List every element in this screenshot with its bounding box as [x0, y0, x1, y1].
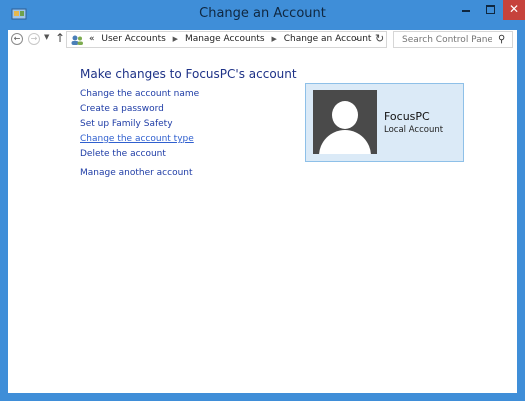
search-box[interactable]: ⚲	[393, 31, 513, 48]
breadcrumb-manage-accounts[interactable]: Manage Accounts	[185, 34, 265, 44]
main-content: Make changes to FocusPC's account Change…	[8, 50, 517, 393]
account-type: Local Account	[384, 125, 444, 135]
maximize-button[interactable]	[478, 0, 503, 20]
task-links: Change the account name Create a passwor…	[80, 87, 199, 181]
address-dropdown-icon[interactable]: ⌄	[353, 33, 361, 43]
account-card: FocusPC Local Account	[305, 83, 464, 162]
back-button[interactable]: ←	[11, 33, 23, 45]
avatar	[313, 90, 377, 154]
breadcrumb-separator-icon[interactable]: ▶	[173, 35, 178, 43]
title-bar[interactable]: Change an Account ✕	[0, 0, 525, 30]
page-title: Make changes to FocusPC's account	[80, 67, 297, 81]
maximize-icon	[486, 5, 495, 14]
breadcrumb: « User Accounts ▶ Manage Accounts ▶ Chan…	[89, 34, 371, 44]
close-button[interactable]: ✕	[503, 0, 525, 20]
address-bar[interactable]: « User Accounts ▶ Manage Accounts ▶ Chan…	[66, 31, 387, 48]
breadcrumb-user-accounts[interactable]: User Accounts	[101, 34, 165, 44]
search-input[interactable]	[402, 33, 492, 46]
delete-account-link[interactable]: Delete the account	[80, 147, 199, 162]
manage-another-account-link[interactable]: Manage another account	[80, 166, 199, 181]
minimize-button[interactable]	[453, 0, 478, 20]
minimize-icon	[462, 10, 470, 12]
user-silhouette-icon	[332, 101, 358, 129]
up-button[interactable]: ↑	[55, 31, 65, 45]
account-name: FocusPC	[384, 110, 430, 123]
breadcrumb-separator-icon[interactable]: ▶	[271, 35, 276, 43]
breadcrumb-overflow[interactable]: «	[89, 34, 95, 44]
create-password-link[interactable]: Create a password	[80, 102, 199, 117]
close-icon: ✕	[508, 2, 520, 16]
navigation-bar: ← → ▼ ↑ « User Accounts ▶ Manage Account…	[8, 30, 517, 50]
window: Change an Account ✕ ← → ▼ ↑ « User Accou…	[0, 0, 525, 401]
change-account-type-link[interactable]: Change the account type	[80, 132, 199, 147]
user-accounts-icon	[71, 35, 83, 45]
refresh-icon[interactable]: ↻	[375, 32, 384, 45]
window-title: Change an Account	[199, 6, 326, 21]
change-account-name-link[interactable]: Change the account name	[80, 87, 199, 102]
recent-locations-button[interactable]: ▼	[44, 33, 49, 41]
search-icon[interactable]: ⚲	[498, 34, 505, 45]
family-safety-link[interactable]: Set up Family Safety	[80, 117, 199, 132]
forward-button[interactable]: →	[28, 33, 40, 45]
